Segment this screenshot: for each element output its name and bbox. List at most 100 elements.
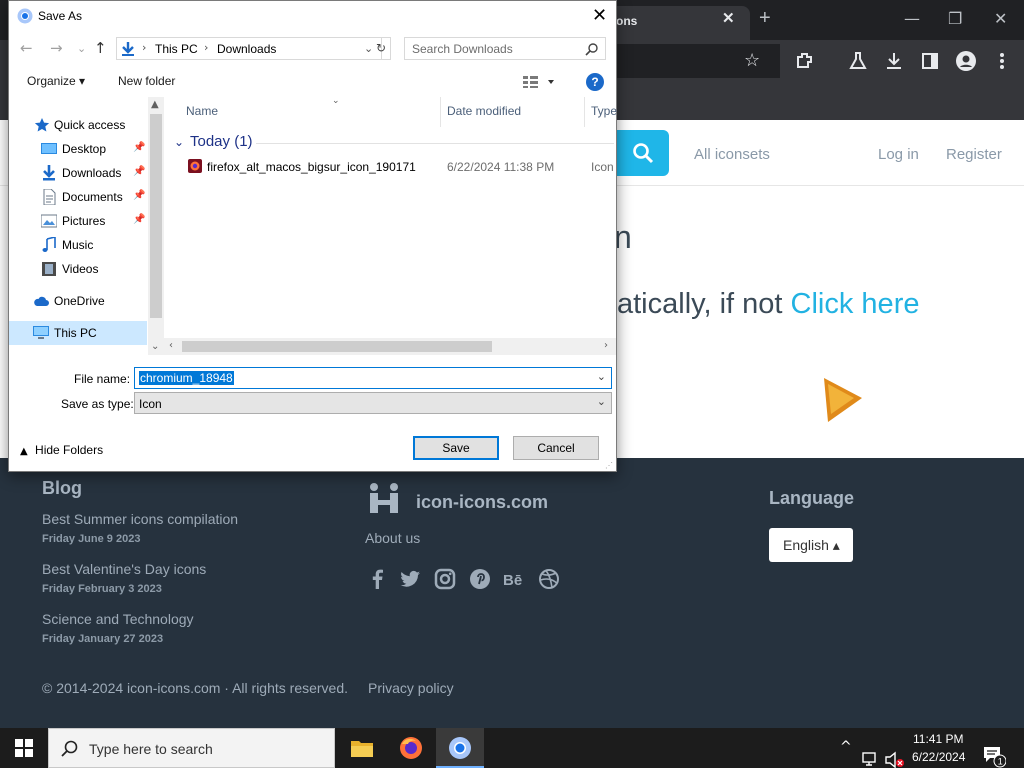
nav-register[interactable]: Register [946,146,1002,163]
taskbar-firefox[interactable] [387,728,435,768]
new-folder-button[interactable]: New folder [118,74,175,88]
facebook-icon[interactable] [366,568,388,590]
restore-button[interactable]: ❐ [948,9,962,28]
column-divider[interactable] [584,97,585,127]
minimize-button[interactable]: — [904,9,920,28]
back-arrow-icon[interactable]: ← [20,39,33,57]
blog-post-link[interactable]: Best Summer icons compilation [42,511,238,527]
pin-icon[interactable]: 📌 [133,214,145,225]
pin-icon[interactable]: 📌 [133,166,145,177]
dialog-close-button[interactable]: ✕ [592,5,607,26]
window-close-button[interactable]: ✕ [994,9,1007,28]
dialog-search-box[interactable] [404,37,606,60]
extensions-icon[interactable] [794,50,816,72]
column-divider[interactable] [440,97,441,127]
blog-post-link[interactable]: Best Valentine's Day icons [42,561,206,577]
nav-login[interactable]: Log in [878,146,919,163]
labs-flask-icon[interactable] [847,50,869,72]
file-list-horizontal-scrollbar[interactable]: ‹ › [164,338,616,355]
nav-item-documents[interactable]: Documents 📌 [9,185,147,209]
column-header-type[interactable]: Type [591,104,617,118]
pinterest-icon[interactable] [469,568,491,590]
file-name-history-chevron-icon[interactable]: ⌄ [597,370,606,383]
group-header-today[interactable]: Today (1) [190,133,253,150]
bookmark-star-icon[interactable]: ☆ [744,50,760,71]
about-us-link[interactable]: About us [365,530,420,546]
menu-kebab-icon[interactable] [991,50,1013,72]
view-options-icon[interactable] [522,75,556,89]
search-icon [585,43,598,56]
save-as-type-select[interactable]: Icon ⌄ [134,392,612,414]
behance-icon[interactable]: Bē [503,568,525,590]
scrollbar-thumb[interactable] [182,341,492,352]
refresh-button[interactable]: ↻ [372,37,391,60]
file-row[interactable]: firefox_alt_macos_bigsur_icon_190171 6/2… [164,155,616,177]
pin-icon[interactable]: 📌 [133,190,145,201]
taskbar-chromium[interactable] [436,728,484,768]
nav-item-pictures[interactable]: Pictures 📌 [9,209,147,233]
computer-icon [33,326,49,339]
up-arrow-icon[interactable]: ↑ [94,39,107,57]
nav-item-desktop[interactable]: Desktop 📌 [9,137,147,161]
taskbar-search-box[interactable]: Type here to search [48,728,335,768]
file-name-input[interactable]: chromium_18948 ⌄ [134,367,612,389]
nav-item-videos[interactable]: Videos [9,257,147,281]
click-here-link[interactable]: Click here [791,288,920,320]
nav-item-music[interactable]: Music [9,233,147,257]
browser-tab[interactable]: ons ✕ [600,6,750,40]
scroll-right-arrow-icon[interactable]: › [604,340,608,351]
new-tab-button[interactable]: + [759,7,771,30]
side-panel-icon[interactable] [919,50,941,72]
volume-muted-icon[interactable] [885,740,905,768]
dialog-titlebar[interactable]: Save As ✕ [9,1,616,31]
scroll-down-arrow-icon[interactable]: ⌄ [151,341,159,352]
dribbble-icon[interactable] [538,568,560,590]
clock-date[interactable]: 6/22/2024 [912,750,965,764]
resize-grip-icon[interactable]: ⋰ [605,461,613,470]
privacy-policy-link[interactable]: Privacy policy [368,680,454,696]
save-button[interactable]: Save [413,436,499,460]
scrollbar-thumb[interactable] [150,114,162,318]
download-arrow-icon [43,165,55,181]
column-header-date-modified[interactable]: Date modified [447,104,521,118]
network-icon[interactable] [862,740,880,768]
dialog-address-bar[interactable]: › This PC › Downloads ⌄ [116,37,382,60]
language-dropdown[interactable]: English ▴ [769,528,853,562]
twitter-icon[interactable] [399,568,421,590]
show-hidden-icons-chevron-icon[interactable]: ^ [840,739,852,768]
site-search-button[interactable] [617,130,669,176]
group-collapse-chevron-icon[interactable]: ⌄ [174,135,184,149]
nav-item-onedrive[interactable]: OneDrive [9,289,147,313]
brand-name[interactable]: icon-icons.com [416,492,548,513]
dialog-search-input[interactable] [406,39,578,58]
nav-pane-scrollbar[interactable]: ▲ ⌄ [148,97,164,355]
help-button[interactable]: ? [586,73,604,91]
hide-folders-toggle[interactable]: ▲ Hide Folders [20,443,103,457]
music-note-icon [42,237,56,252]
nav-item-this-pc[interactable]: This PC [9,321,147,345]
forward-arrow-icon[interactable]: → [50,39,63,57]
taskbar-search-placeholder: Type here to search [89,741,213,757]
breadcrumb-downloads[interactable]: Downloads [217,42,276,56]
profile-avatar-icon[interactable] [955,50,977,72]
clock-time[interactable]: 11:41 PM [913,732,963,746]
start-button[interactable] [0,728,48,768]
notification-center-icon[interactable]: 1 [982,736,1006,768]
scroll-up-arrow-icon[interactable]: ▲ [151,99,159,110]
blog-post-link[interactable]: Science and Technology [42,611,194,627]
nav-item-quick-access[interactable]: Quick access [9,113,147,137]
file-name-value: chromium_18948 [139,371,234,385]
nav-item-downloads[interactable]: Downloads 📌 [9,161,147,185]
breadcrumb-this-pc[interactable]: This PC [155,42,198,56]
download-icon[interactable] [883,50,905,72]
tab-close-icon[interactable]: ✕ [722,9,735,27]
scroll-left-arrow-icon[interactable]: ‹ [169,340,173,351]
recent-locations-chevron-icon[interactable]: ⌄ [77,42,86,55]
cancel-button[interactable]: Cancel [513,436,599,460]
taskbar-file-explorer[interactable] [338,728,386,768]
organize-menu[interactable]: Organize ▾ [27,74,85,88]
pin-icon[interactable]: 📌 [133,142,145,153]
column-header-name[interactable]: Name [186,104,218,118]
nav-all-iconsets[interactable]: All iconsets [694,146,770,163]
instagram-icon[interactable] [434,568,456,590]
